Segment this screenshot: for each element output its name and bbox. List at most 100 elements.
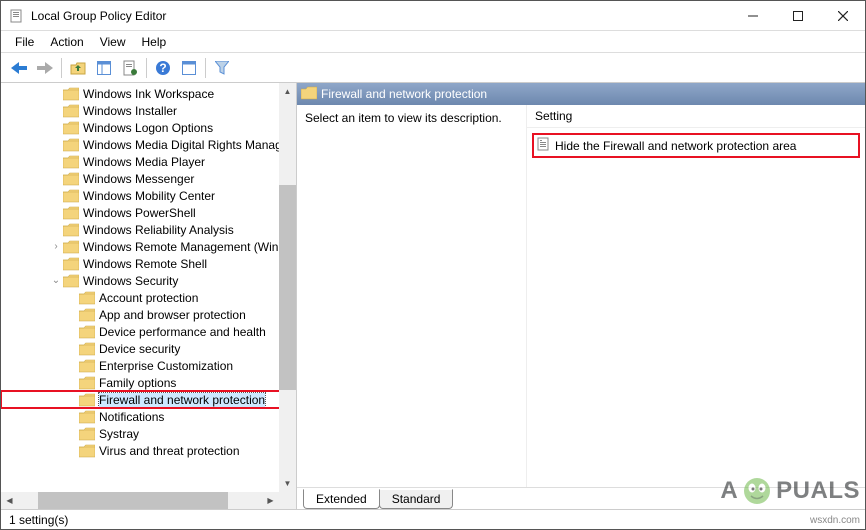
tree-item-label: Firewall and network protection [99,393,265,407]
settings-list-pane: Setting Hide the Firewall and network pr… [527,105,865,487]
tree-item-label: Family options [99,376,176,390]
close-button[interactable] [820,1,865,30]
tree-item[interactable]: ›Windows Remote Management (Winl [1,238,296,255]
toolbar-separator [146,58,147,78]
folder-icon [79,444,95,458]
scroll-thumb[interactable] [38,492,228,509]
menu-view[interactable]: View [92,33,134,51]
minimize-button[interactable] [730,1,775,30]
policy-icon [537,137,551,154]
tree-item-label: Windows Installer [83,104,177,118]
folder-icon [63,121,79,135]
chevron-down-icon[interactable]: ⌄ [49,275,63,286]
tree-item-label: Windows Security [83,274,178,288]
app-icon [9,8,25,24]
folder-icon [79,325,95,339]
detail-title: Firewall and network protection [321,87,487,101]
folder-icon [79,342,95,356]
up-button[interactable] [66,56,90,80]
folder-icon [79,393,95,407]
tree-item[interactable]: Family options [1,374,296,391]
folder-icon [63,206,79,220]
tree-item[interactable]: Windows Remote Shell [1,255,296,272]
folder-icon [79,427,95,441]
forward-button[interactable] [33,56,57,80]
tree-item[interactable]: Windows PowerShell [1,204,296,221]
tree-item[interactable]: Device performance and health [1,323,296,340]
tree-item-label: Windows Messenger [83,172,194,186]
description-pane: Select an item to view its description. [297,105,527,487]
properties-button[interactable] [118,56,142,80]
scroll-down-arrow[interactable]: ▼ [279,475,296,492]
tree-item[interactable]: Firewall and network protection [1,391,296,408]
toolbar-separator [205,58,206,78]
tree-vertical-scrollbar[interactable]: ▲ ▼ [279,83,296,492]
tabs-footer: Extended Standard [297,487,865,509]
tree-item[interactable]: Virus and threat protection [1,442,296,459]
svg-text:?: ? [159,61,166,75]
menu-file[interactable]: File [7,33,42,51]
tree-item-label: Windows Media Player [83,155,205,169]
scroll-right-arrow[interactable]: ▶ [262,492,279,509]
folder-icon [63,104,79,118]
window-title: Local Group Policy Editor [31,9,730,23]
tree-item[interactable]: Notifications [1,408,296,425]
column-header-setting[interactable]: Setting [527,105,865,128]
titlebar: Local Group Policy Editor [1,1,865,31]
tree-item-label: Windows Ink Workspace [83,87,214,101]
scroll-left-arrow[interactable]: ◀ [1,492,18,509]
tree-item-label: Notifications [99,410,164,424]
tree-item[interactable]: Windows Media Digital Rights Manag [1,136,296,153]
scroll-up-arrow[interactable]: ▲ [279,83,296,100]
tree-item[interactable]: App and browser protection [1,306,296,323]
folder-icon [63,172,79,186]
tab-extended[interactable]: Extended [303,489,380,509]
tree-item[interactable]: Windows Reliability Analysis [1,221,296,238]
maximize-button[interactable] [775,1,820,30]
window-buttons [730,1,865,30]
back-button[interactable] [7,56,31,80]
tree-item-label: Enterprise Customization [99,359,233,373]
tree-view[interactable]: Windows Ink Workspace Windows Installer Wi… [1,83,296,509]
tree-item[interactable]: Windows Installer [1,102,296,119]
view-options-button[interactable] [177,56,201,80]
tree-item-label: Virus and threat protection [99,444,240,458]
toolbar-separator [61,58,62,78]
window: Local Group Policy Editor File Action Vi… [0,0,866,530]
folder-icon [79,291,95,305]
filter-button[interactable] [210,56,234,80]
tree-item[interactable]: Windows Mobility Center [1,187,296,204]
setting-row[interactable]: Hide the Firewall and network protection… [535,136,857,155]
chevron-right-icon[interactable]: › [49,241,63,252]
tree-item[interactable]: Device security [1,340,296,357]
settings-list: Hide the Firewall and network protection… [527,128,865,163]
tree-item[interactable]: Windows Ink Workspace [1,85,296,102]
menu-help[interactable]: Help [134,33,175,51]
tree-item[interactable]: ⌄ Windows Security [1,272,296,289]
toolbar: ? [1,53,865,83]
folder-icon [79,308,95,322]
detail-header: Firewall and network protection [297,83,865,105]
folder-icon [63,87,79,101]
description-placeholder: Select an item to view its description. [305,111,518,125]
tab-standard[interactable]: Standard [379,489,454,509]
tree-item-label: Systray [99,427,139,441]
help-button[interactable]: ? [151,56,175,80]
tree-item[interactable]: Enterprise Customization [1,357,296,374]
folder-icon [79,359,95,373]
menu-action[interactable]: Action [42,33,91,51]
setting-label: Hide the Firewall and network protection… [555,139,796,153]
show-hide-tree-button[interactable] [92,56,116,80]
tree-item[interactable]: Systray [1,425,296,442]
tree-item[interactable]: Windows Media Player [1,153,296,170]
tree-horizontal-scrollbar[interactable]: ◀ ▶ [1,492,279,509]
tree-item-label: Windows Logon Options [83,121,213,135]
tree-item[interactable]: Windows Logon Options [1,119,296,136]
tree-item[interactable]: Windows Messenger [1,170,296,187]
scroll-thumb[interactable] [279,185,296,390]
folder-icon [79,376,95,390]
tree-item-label: Windows Mobility Center [83,189,215,203]
folder-icon [63,257,79,271]
tree-item[interactable]: Account protection [1,289,296,306]
folder-icon [63,240,79,254]
